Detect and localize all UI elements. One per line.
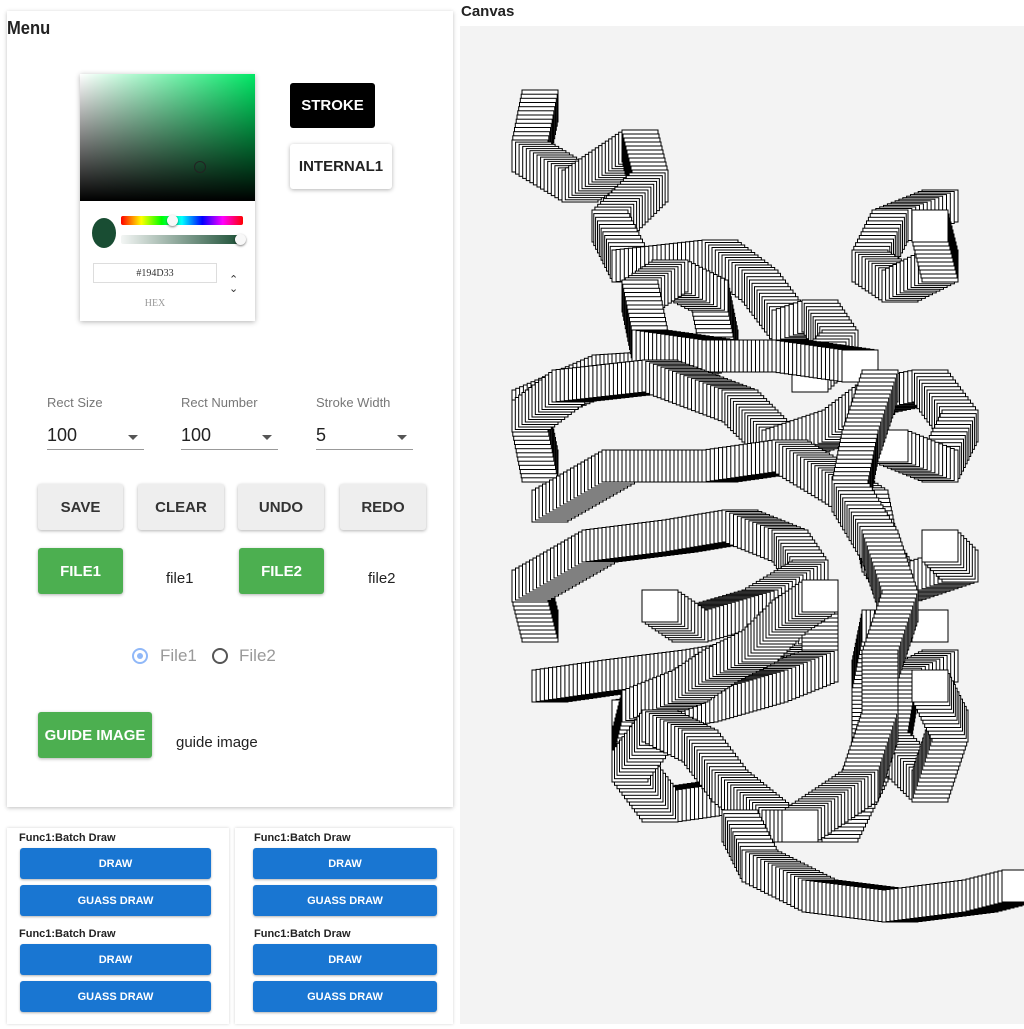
drawn-rect [641,589,679,623]
func-title: Func1:Batch Draw [254,928,351,940]
stroke-button[interactable]: STROKE [290,83,375,128]
rect-number-select[interactable]: 100 [181,423,278,450]
color-swatch [92,218,116,248]
func-panel-right: Func1:Batch Draw DRAW GUASS DRAW Func1:B… [235,828,453,1024]
file2-label: file2 [368,570,396,587]
color-picker: HEX ⌃⌄ [80,74,255,321]
rect-size-select[interactable]: 100 [47,423,144,450]
gauss-draw-button[interactable]: GUASS DRAW [253,981,437,1012]
file2-button[interactable]: FILE2 [239,548,324,594]
file1-button[interactable]: FILE1 [38,548,123,594]
drawing-canvas[interactable] [460,26,1024,1024]
saturation-area[interactable] [80,74,255,201]
draw-button[interactable]: DRAW [20,848,211,879]
radio-file1[interactable] [132,648,148,664]
rect-number-value: 100 [181,425,212,445]
radio-file2[interactable] [212,648,228,664]
drawn-rect [781,809,819,843]
dropdown-arrow-icon [262,435,272,440]
menu-title: Menu [7,18,51,38]
alpha-slider-handle[interactable] [235,234,246,245]
canvas-title: Canvas [461,3,515,20]
internal1-button[interactable]: INTERNAL1 [290,144,392,189]
stroke-width-select[interactable]: 5 [316,423,413,450]
guide-image-button[interactable]: GUIDE IMAGE [38,712,152,758]
rect-number-label: Rect Number [181,395,258,410]
stroke-width-value: 5 [316,425,327,445]
drawn-rect [911,209,949,243]
chevron-up-down-icon[interactable]: ⌃ ⌄ [229,275,238,295]
gauss-draw-button[interactable]: GUASS DRAW [253,885,437,916]
hue-slider[interactable] [121,216,243,225]
drawn-rect [801,579,839,613]
func-title: Func1:Batch Draw [19,928,116,940]
menu-panel: Menu HEX ⌃⌄ STROKE INTERNAL1 Rect Size 1… [7,11,453,807]
drawing-surface[interactable] [460,26,1024,1024]
rect-size-value: 100 [47,425,78,445]
redo-button[interactable]: REDO [340,484,426,530]
dropdown-arrow-icon [128,435,138,440]
undo-button[interactable]: UNDO [238,484,324,530]
func-panel-left: Func1:Batch Draw DRAW GUASS DRAW Func1:B… [7,828,229,1024]
radio-file2-label[interactable]: File2 [239,646,276,666]
rect-size-label: Rect Size [47,395,103,410]
hex-label: HEX [144,298,166,309]
gauss-draw-button[interactable]: GUASS DRAW [20,885,211,916]
drawn-rect [911,669,949,703]
guide-image-label: guide image [176,734,258,751]
drawn-rect [1001,869,1024,903]
func-title: Func1:Batch Draw [254,832,351,844]
saturation-cursor[interactable] [194,161,206,173]
stroke-width-label: Stroke Width [316,395,391,410]
file1-label: file1 [166,570,194,587]
alpha-slider[interactable] [121,235,243,244]
clear-button[interactable]: CLEAR [138,484,224,530]
dropdown-arrow-icon [397,435,407,440]
hue-slider-handle[interactable] [167,215,178,226]
drawn-rect [921,529,959,563]
func-title: Func1:Batch Draw [19,832,116,844]
draw-button[interactable]: DRAW [20,944,211,975]
radio-file1-label[interactable]: File1 [160,646,197,666]
save-button[interactable]: SAVE [38,484,123,530]
gauss-draw-button[interactable]: GUASS DRAW [20,981,211,1012]
hex-input[interactable] [93,263,217,283]
draw-button[interactable]: DRAW [253,944,437,975]
draw-button[interactable]: DRAW [253,848,437,879]
